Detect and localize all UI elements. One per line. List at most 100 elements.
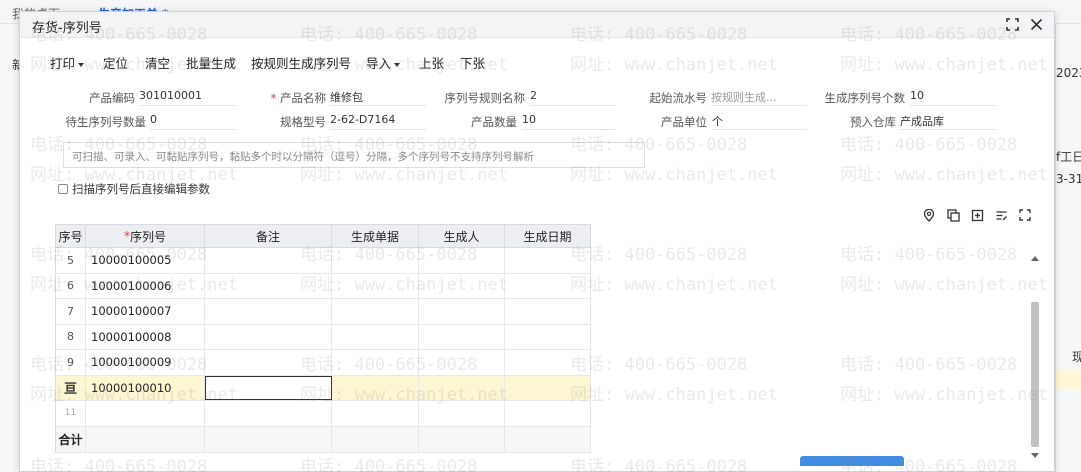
serial-rule-label-text: 序列号规则名称 <box>444 91 526 105</box>
table-row[interactable]: 7 10000100007 <box>56 299 591 325</box>
row-source-doc <box>332 273 419 298</box>
table-row[interactable]: 5 10000100005 <box>56 248 591 274</box>
serial-rule-field[interactable]: 2 <box>530 89 616 106</box>
row-remark[interactable] <box>205 350 332 375</box>
scroll-up-arrow-icon[interactable] <box>1031 256 1039 261</box>
row-serial[interactable]: 10000100008 <box>86 324 205 349</box>
maximize-icon[interactable] <box>1003 15 1021 33</box>
serial-number-dialog: 存货-序列号 打印 定位 清空 批量生成 按规则生成序列号 导入 上张 下张 产… <box>19 11 1055 472</box>
grid-body: 5 10000100005 6 10000100006 7 1000010000… <box>56 248 591 453</box>
total-creator <box>419 426 505 452</box>
pending-label-text: 待生序列号数量 <box>65 115 147 129</box>
warehouse-field[interactable]: 产成品库 <box>900 113 996 130</box>
checkbox-box[interactable] <box>58 184 68 194</box>
spec-label-text: 规格型号 <box>280 115 326 129</box>
locate-button[interactable]: 定位 <box>103 53 128 72</box>
row-date <box>505 401 591 426</box>
grid-header-row: 序号 * 序列号 备注 生成单据 生成人 生成日期 <box>56 224 591 248</box>
qty-label-text: 产品数量 <box>471 115 517 129</box>
unit-label-text: 产品单位 <box>661 115 707 129</box>
row-remark[interactable] <box>205 299 332 324</box>
bg-right-date: 2023- <box>1056 66 1081 80</box>
row-date <box>505 350 591 375</box>
next-button[interactable]: 下张 <box>460 53 485 72</box>
scrollbar-thumb[interactable] <box>1031 302 1039 447</box>
row-serial[interactable]: 10000100010 <box>86 375 205 400</box>
gen-count-field[interactable]: 10 <box>910 89 996 106</box>
row-remark[interactable] <box>205 273 332 298</box>
background-right-panel <box>1055 24 1081 472</box>
import-menu[interactable]: 导入 <box>366 53 401 72</box>
total-label: 合计 <box>56 426 86 452</box>
fullscreen-icon[interactable] <box>1018 208 1032 222</box>
row-source-doc <box>332 375 419 400</box>
product-code-label-text: 产品编码 <box>89 91 135 105</box>
dialog-toolbar: 打印 定位 清空 批量生成 按规则生成序列号 导入 上张 下张 <box>20 50 1054 72</box>
total-source-doc <box>332 426 419 452</box>
table-row[interactable]: 6 10000100006 <box>56 273 591 299</box>
row-serial[interactable]: 10000100007 <box>86 299 205 324</box>
row-serial[interactable]: 10000100009 <box>86 350 205 375</box>
table-row[interactable]: 8 10000100008 <box>56 324 591 350</box>
row-creator <box>419 273 505 298</box>
col-header-serial-text: 序列号 <box>129 229 166 244</box>
row-seq: 7 <box>56 299 86 324</box>
prev-button[interactable]: 上张 <box>419 53 444 72</box>
col-header-date[interactable]: 生成日期 <box>505 225 591 247</box>
gen-count-label-text: 生成序列号个数 <box>824 91 906 105</box>
scroll-down-arrow-icon[interactable] <box>1031 453 1039 458</box>
table-row[interactable]: 9 10000100009 <box>56 350 591 376</box>
generate-by-rule-button[interactable]: 按规则生成序列号 <box>251 53 351 72</box>
row-remark[interactable] <box>205 324 332 349</box>
dialog-header: 存货-序列号 <box>20 12 1054 38</box>
table-row-selected[interactable]: 亘 10000100010 <box>56 375 591 401</box>
confirm-button-partial[interactable] <box>800 456 904 466</box>
row-creator <box>419 375 505 400</box>
row-remark[interactable] <box>205 401 332 426</box>
close-icon[interactable] <box>1027 15 1045 33</box>
row-serial[interactable]: 10000100005 <box>86 248 205 273</box>
insert-row-icon[interactable] <box>970 208 984 222</box>
print-menu[interactable]: 打印 <box>50 53 85 72</box>
product-code-field[interactable]: 301010001 <box>139 89 237 106</box>
clear-button[interactable]: 清空 <box>145 53 170 72</box>
row-serial[interactable]: 10000100006 <box>86 273 205 298</box>
start-serial-field[interactable]: 按规则生成... <box>711 89 807 106</box>
print-label: 打印 <box>50 56 76 71</box>
row-seq: 5 <box>56 248 86 273</box>
row-date <box>505 248 591 273</box>
copy-row-icon[interactable] <box>946 208 960 222</box>
start-serial-label-text: 起始流水号 <box>649 91 708 105</box>
grid-vertical-scrollbar[interactable] <box>1029 252 1041 462</box>
column-settings-icon[interactable] <box>994 208 1008 222</box>
row-seq: 8 <box>56 324 86 349</box>
row-date <box>505 324 591 349</box>
row-creator <box>419 248 505 273</box>
row-remark[interactable] <box>205 248 332 273</box>
col-header-creator[interactable]: 生成人 <box>419 225 505 247</box>
chevron-down-icon <box>394 62 401 67</box>
edit-after-scan-checkbox[interactable]: 扫描序列号后直接编辑参数 <box>58 181 210 197</box>
product-name-label-text: * 产品名称 <box>271 90 326 106</box>
location-pin-icon[interactable] <box>922 208 936 222</box>
unit-field: 个 <box>712 113 807 130</box>
bg-right-date2: 3-31 <box>1056 172 1081 186</box>
col-header-remark[interactable]: 备注 <box>205 225 332 247</box>
serial-number-grid: 序号 * 序列号 备注 生成单据 生成人 生成日期 5 10000100005 6… <box>55 224 591 453</box>
table-total-row: 合计 <box>56 426 591 453</box>
bg-right-highlight <box>1056 370 1081 390</box>
total-date <box>505 426 591 452</box>
row-date <box>505 273 591 298</box>
bg-right-label: 现 <box>1072 350 1081 364</box>
col-header-serial[interactable]: * 序列号 <box>86 225 205 247</box>
product-name-field[interactable]: 维修包 <box>330 89 426 106</box>
batch-generate-button[interactable]: 批量生成 <box>186 53 236 72</box>
row-source-doc <box>332 324 419 349</box>
row-serial[interactable] <box>86 401 205 426</box>
col-header-source-doc[interactable]: 生成单据 <box>332 225 419 247</box>
row-remark-editor[interactable] <box>205 375 332 400</box>
row-creator <box>419 299 505 324</box>
pending-field: 0 <box>150 113 237 130</box>
table-row-empty[interactable]: 11 <box>56 401 591 427</box>
serial-scan-input[interactable]: 可扫描、可录入、可黏贴序列号，黏贴多个时以分隔符（逗号）分隔，多个序列号不支持序… <box>63 142 645 168</box>
